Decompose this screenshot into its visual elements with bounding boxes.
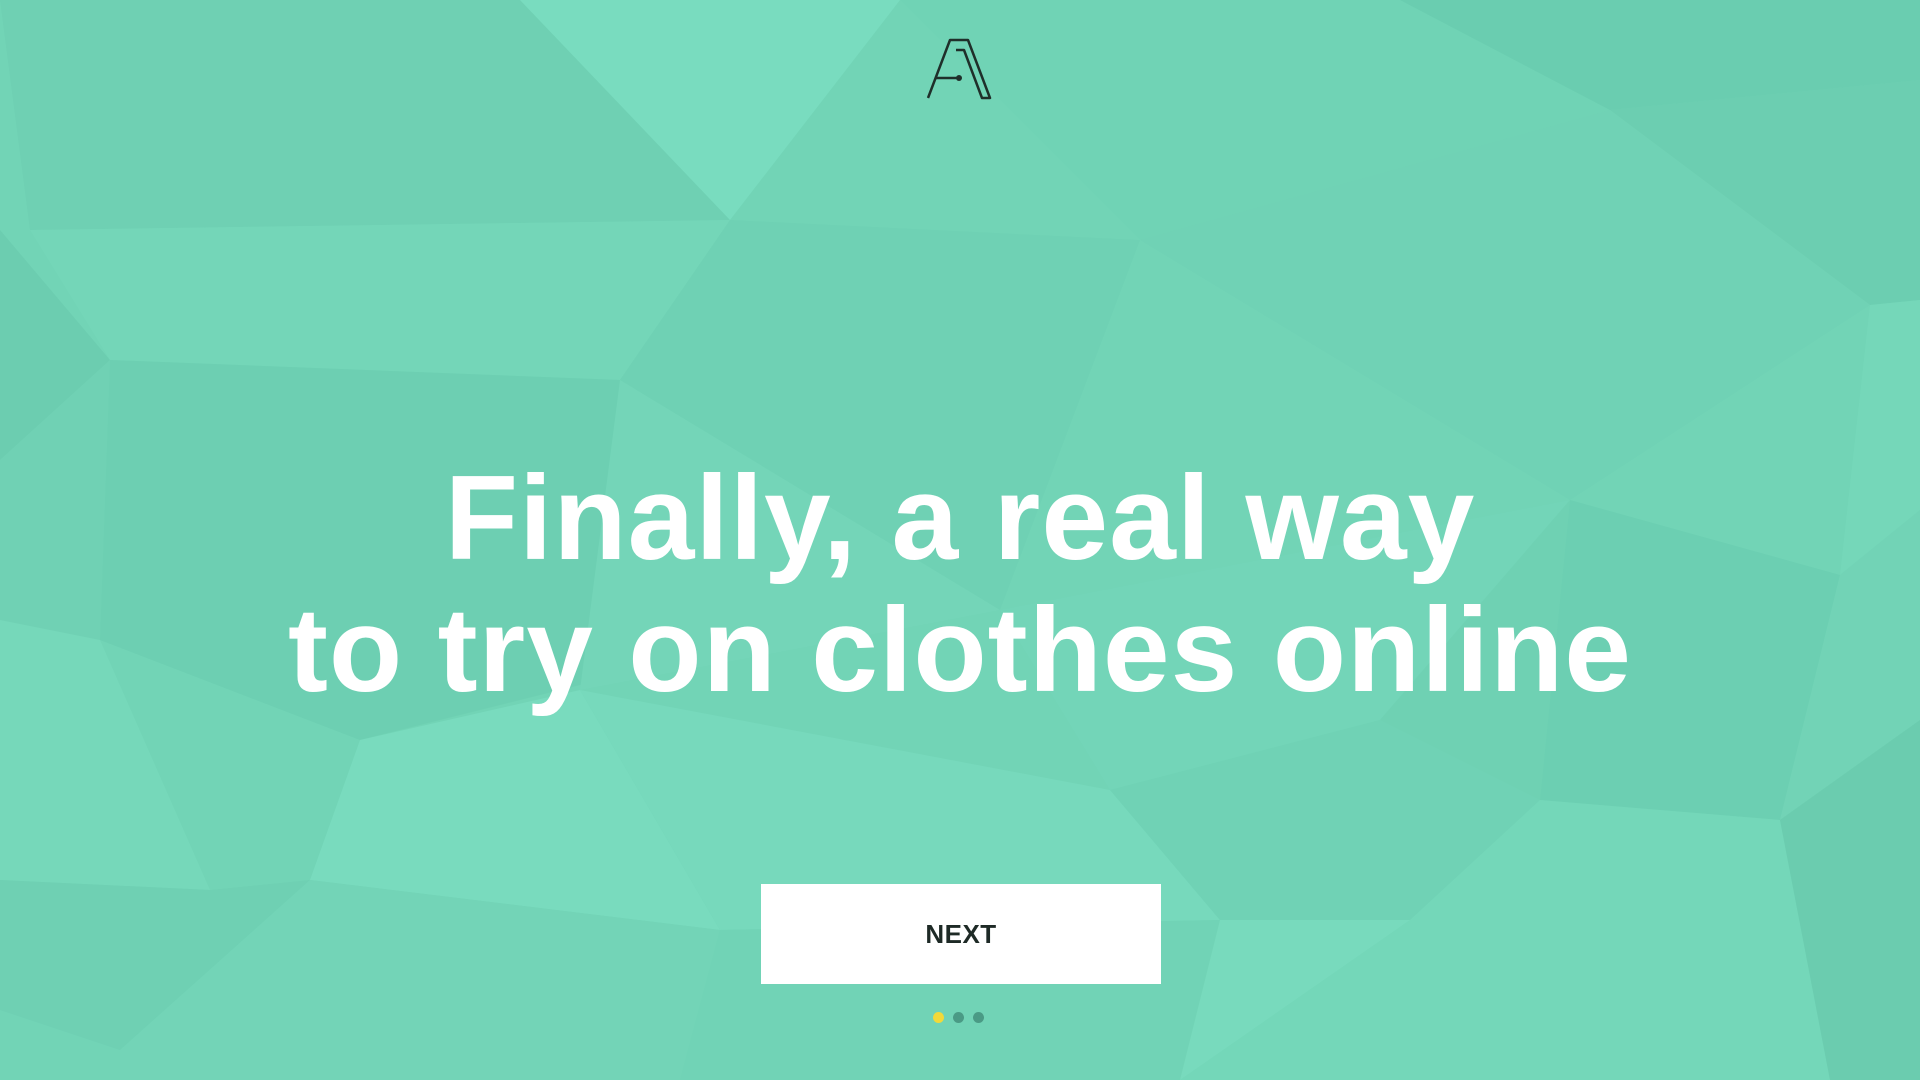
pagination-dot-3[interactable] (973, 1012, 984, 1023)
headline-line-1: Finally, a real way (444, 451, 1476, 586)
next-button[interactable]: NEXT (761, 884, 1161, 984)
pagination-dot-2[interactable] (953, 1012, 964, 1023)
pagination-dots (933, 1012, 984, 1024)
letter-a-logo-icon (926, 38, 994, 100)
pagination-dot-1[interactable] (933, 1012, 944, 1023)
headline: Finally, a real way to try on clothes on… (0, 452, 1920, 716)
headline-line-2: to try on clothes online (287, 583, 1633, 718)
